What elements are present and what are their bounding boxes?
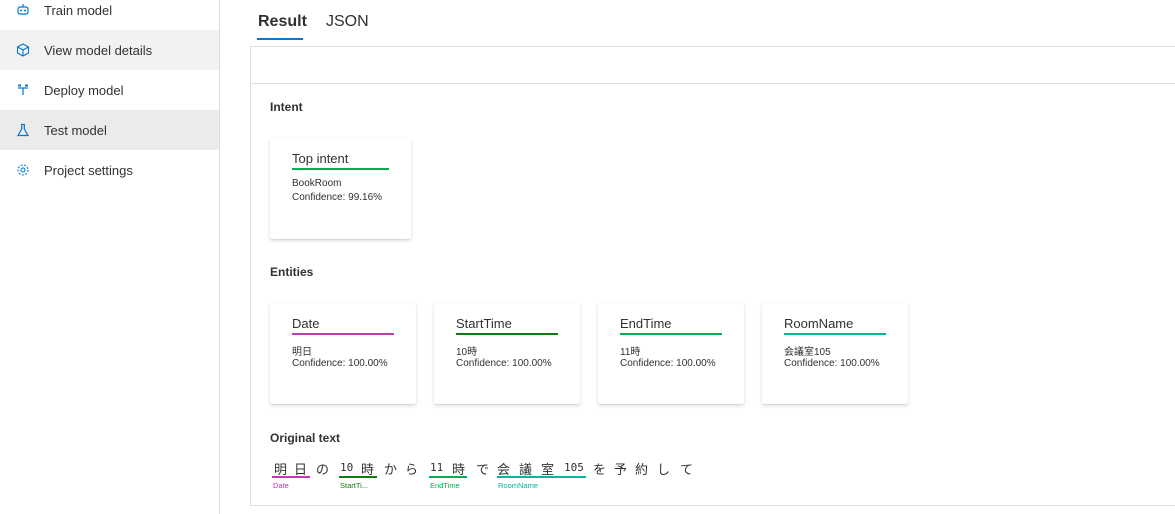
entity-card-title: Date [292,316,320,331]
sidebar-item-test-model[interactable]: Test model [0,110,219,150]
entity-value: 10時 [456,347,478,358]
sidebar: Train model View model details Deploy mo… [0,0,220,514]
original-text-token: 予 [614,463,628,478]
original-text-token: ら [405,463,419,478]
intent-card-title: Top intent [292,151,349,166]
original-text-token: 105 [564,461,584,474]
entity-confidence: Confidence: 100.00% [292,358,388,369]
entity-value: 11時 [620,347,641,358]
entity-card-title: RoomName [784,316,854,331]
entity-card-date: Date 明日 Confidence: 100.00% [270,303,416,404]
original-text-token: 10 [340,461,354,474]
entity-card-underline [292,333,394,335]
flask-icon [15,122,31,138]
entity-value: 会議室105 [784,347,831,358]
tab-json[interactable]: JSON [326,13,369,31]
entity-highlight-date [272,476,310,478]
entity-card-starttime: StartTime 10時 Confidence: 100.00% [434,303,580,404]
sidebar-item-label: Train model [44,2,113,18]
cube-icon [15,42,31,58]
entity-label-date: Date [273,481,289,490]
sidebar-item-view-model-details[interactable]: View model details [0,30,219,70]
entity-highlight-starttime [339,476,377,478]
sidebar-item-label: Deploy model [44,82,124,98]
original-text-token: か [384,463,398,478]
entity-label-roomname: RoomName [498,481,539,490]
sidebar-item-label: View model details [44,42,153,58]
robot-icon [15,2,31,18]
entity-label-starttime: StartTi... [340,481,369,490]
intent-value: BookRoom [292,178,342,189]
original-text-token: 11 [430,461,444,474]
entity-value: 明日 [292,347,312,358]
original-text-section-title: Original text [270,431,341,445]
original-text-token: 約 [635,463,649,478]
sidebar-item-train-model[interactable]: Train model [0,0,219,30]
entity-card-title: EndTime [620,316,672,331]
entity-highlight-roomname [497,476,586,478]
original-text-token: し [657,463,671,478]
entity-card-title: StartTime [456,316,512,331]
original-text-token: で [476,463,490,478]
entity-highlight-endtime [429,476,467,478]
entity-label-endtime: EndTime [430,481,460,490]
intent-section-title: Intent [270,100,303,114]
sidebar-item-label: Project settings [44,162,133,178]
entity-card-underline [620,333,722,335]
sidebar-item-project-settings[interactable]: Project settings [0,150,219,190]
original-text-token: て [680,463,694,478]
intent-confidence: Confidence: 99.16% [292,192,383,203]
result-panel [250,46,1175,506]
tab-selected-indicator [257,38,303,40]
original-text-token: の [316,463,330,478]
entity-card-underline [456,333,558,335]
intent-card-underline [292,168,389,170]
sidebar-item-label: Test model [44,122,107,138]
sidebar-item-deploy-model[interactable]: Deploy model [0,70,219,110]
entity-confidence: Confidence: 100.00% [620,358,716,369]
intent-card: Top intent BookRoom Confidence: 99.16% [270,138,411,239]
entity-card-endtime: EndTime 11時 Confidence: 100.00% [598,303,744,404]
deploy-icon [15,82,31,98]
entity-card-roomname: RoomName 会議室105 Confidence: 100.00% [762,303,908,404]
entity-card-underline [784,333,886,335]
entities-section-title: Entities [270,265,314,279]
panel-divider [251,83,1175,84]
tab-result[interactable]: Result [258,13,307,31]
original-text-token: を [593,463,607,478]
entity-confidence: Confidence: 100.00% [784,358,880,369]
entity-confidence: Confidence: 100.00% [456,358,552,369]
gear-icon [15,162,31,178]
